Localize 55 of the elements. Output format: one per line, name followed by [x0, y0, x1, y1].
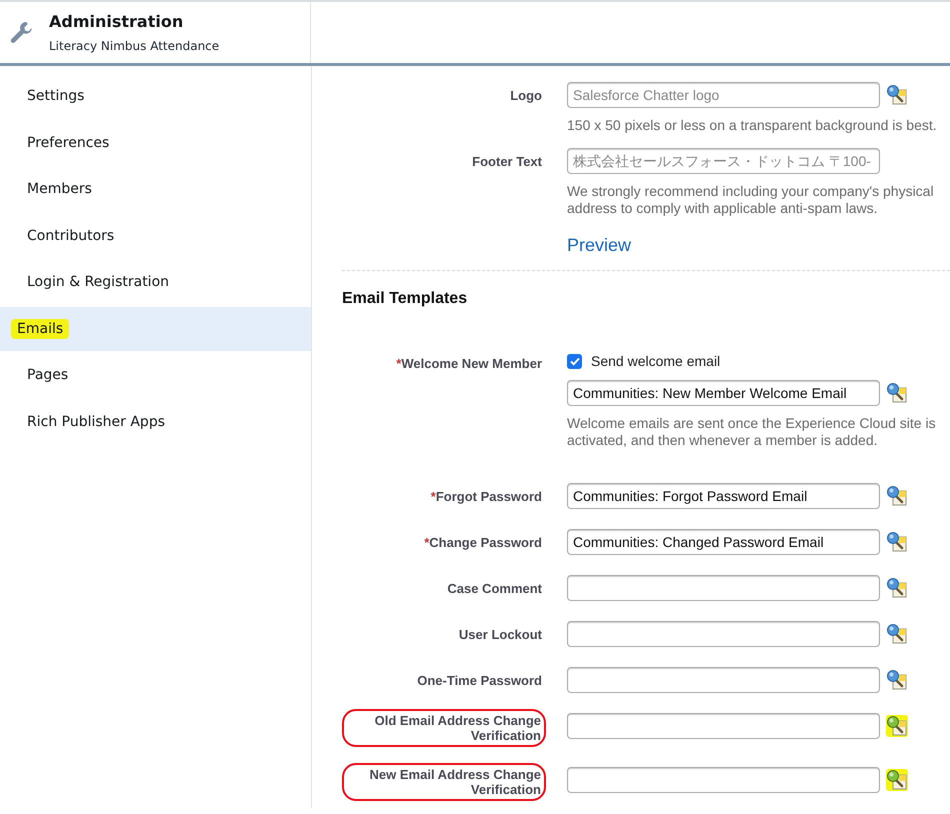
field-label: Footer Text: [471, 153, 542, 171]
input-field[interactable]: [567, 713, 880, 739]
site-name: Literacy Nimbus Attendance: [49, 39, 220, 53]
sidebar-item-label: Pages: [27, 367, 68, 383]
lookup-icon[interactable]: [886, 577, 908, 599]
sidebar-item[interactable]: Members: [0, 167, 311, 211]
field-label: *Change Password: [424, 534, 542, 550]
lookup-icon[interactable]: [886, 669, 908, 691]
sidebar-item[interactable]: Login & Registration: [0, 260, 311, 304]
input-field[interactable]: [567, 767, 880, 793]
sidebar-item[interactable]: Settings: [0, 74, 311, 118]
wrench-icon: [9, 20, 35, 46]
input-field[interactable]: Communities: New Member Welcome Email: [567, 380, 880, 406]
input-field[interactable]: Salesforce Chatter logo: [567, 82, 880, 108]
field-label: Logo: [509, 87, 542, 105]
input-field[interactable]: Communities: Changed Password Email: [567, 529, 880, 555]
field-label: New Email Address Change Verification: [342, 763, 546, 801]
help-text: We strongly recommend including your company's physical address to comply with applicable anti-spam laws.: [567, 183, 935, 217]
sidebar-item-label: Members: [27, 181, 92, 197]
sidebar-item-label: Settings: [27, 88, 84, 104]
help-text: Welcome emails are sent once the Experience Cloud site is activated, and then whenever a member is added.: [567, 415, 937, 449]
field-label: User Lockout: [458, 626, 542, 642]
input-field[interactable]: Communities: Forgot Password Email: [567, 483, 880, 509]
lookup-icon[interactable]: [886, 715, 908, 737]
sidebar-item[interactable]: Contributors: [0, 214, 311, 258]
help-text: 150 x 50 pixels or less on a transparent background is best.: [567, 117, 938, 134]
lookup-icon[interactable]: [886, 485, 908, 507]
field-label: One-Time Password: [417, 672, 542, 688]
lookup-icon[interactable]: [886, 623, 908, 645]
sidebar-item[interactable]: Pages: [0, 353, 311, 397]
sidebar-item[interactable]: Preferences: [0, 120, 311, 164]
input-field[interactable]: [567, 667, 880, 693]
app-title: Administration: [49, 12, 184, 31]
field-label: *Welcome New Member: [396, 355, 542, 371]
sidebar-item-label: Login & Registration: [27, 274, 170, 290]
input-field[interactable]: [567, 575, 880, 601]
checkbox-label: Send welcome email: [591, 353, 720, 369]
sidebar-item-label: Preferences: [27, 134, 110, 150]
field-label: *Forgot Password: [430, 488, 542, 504]
sidebar-item-label: Rich Publisher Apps: [27, 414, 166, 430]
sidebar-item-label: Contributors: [27, 228, 114, 244]
lookup-icon[interactable]: [886, 531, 908, 553]
lookup-icon[interactable]: [886, 84, 908, 106]
checkbox[interactable]: [567, 354, 582, 368]
lookup-icon[interactable]: [886, 769, 908, 791]
field-label: Case Comment: [447, 580, 542, 596]
input-field[interactable]: [567, 621, 880, 647]
section-title: Email Templates: [342, 290, 468, 308]
sidebar-item[interactable]: Emails: [0, 306, 311, 350]
preview-link[interactable]: Preview: [567, 235, 632, 256]
field-label: Old Email Address Change Verification: [342, 709, 546, 747]
sidebar-item-label: Emails: [11, 318, 70, 338]
lookup-icon[interactable]: [886, 382, 908, 404]
sidebar-item[interactable]: Rich Publisher Apps: [0, 400, 311, 444]
input-field[interactable]: 株式会社セールスフォース・ドットコム 〒100-: [567, 148, 880, 174]
